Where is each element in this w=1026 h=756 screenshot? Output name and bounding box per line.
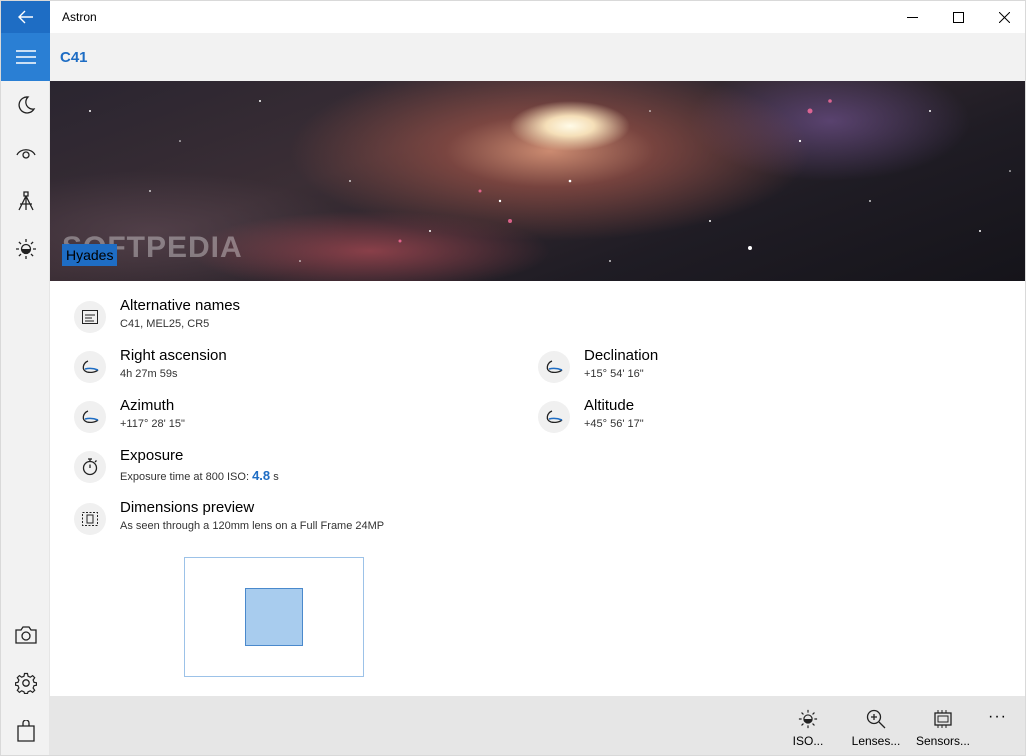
- moon-icon: [17, 96, 35, 114]
- object-size-preview: [245, 588, 303, 646]
- stopwatch-icon: [74, 451, 106, 483]
- shopping-bag-icon: [16, 720, 35, 742]
- right-ascension-title: Right ascension: [120, 347, 227, 364]
- sidebar-item-exposure[interactable]: [1, 225, 50, 273]
- page-title: C41: [60, 49, 88, 66]
- iso-button[interactable]: ISO...: [788, 696, 828, 755]
- sensor-chip-icon: [934, 710, 952, 728]
- brightness-icon: [15, 239, 36, 259]
- lenses-button[interactable]: Lenses...: [850, 696, 902, 755]
- exposure-prefix: Exposure time at 800 ISO:: [120, 471, 253, 483]
- exposure-value-line: Exposure time at 800 ISO: 4.8 s: [120, 468, 279, 483]
- declination-title: Declination: [584, 347, 659, 364]
- object-name-label: Hyades: [62, 244, 118, 266]
- azimuth-title: Azimuth: [120, 397, 175, 414]
- sidebar-item-settings[interactable]: [1, 659, 50, 707]
- app-window: Astron C41 SOFTPEDIA Hyades Alternative …: [0, 0, 1026, 756]
- frame-icon: [74, 503, 106, 535]
- command-bar: ISO... Lenses... Sensors... ···: [50, 696, 1025, 755]
- eye-icon: [15, 149, 36, 159]
- app-title: Astron: [62, 10, 97, 24]
- minimize-icon: [906, 16, 918, 18]
- dimensions-preview-title: Dimensions preview: [120, 499, 255, 516]
- back-arrow-icon: [17, 10, 33, 24]
- sidebar-item-camera[interactable]: [1, 611, 50, 659]
- alternative-names-value: C41, MEL25, CR5: [120, 318, 210, 330]
- azimuth-value: +117° 28' 15": [120, 418, 185, 430]
- page-header: C41: [50, 33, 1025, 81]
- exposure-title: Exposure: [120, 447, 184, 464]
- more-options-button[interactable]: ···: [988, 708, 1007, 726]
- exposure-unit: s: [270, 471, 279, 483]
- minimize-button[interactable]: [889, 1, 935, 33]
- dimensions-preview-value: As seen through a 120mm lens on a Full F…: [120, 520, 385, 532]
- altitude-value: +45° 56' 17": [584, 418, 644, 430]
- back-button[interactable]: [1, 1, 50, 33]
- id-card-icon: [74, 301, 106, 333]
- camera-icon: [14, 626, 37, 644]
- close-button[interactable]: [981, 1, 1025, 33]
- altitude-title: Altitude: [584, 397, 635, 414]
- exposure-time-value: 4.8: [252, 468, 271, 483]
- orbit-icon: [538, 351, 570, 383]
- sidebar-item-night[interactable]: [1, 81, 50, 129]
- sensors-label: Sensors...: [915, 734, 971, 748]
- orbit-icon: [538, 401, 570, 433]
- title-bar: Astron: [1, 1, 1025, 33]
- hamburger-menu-icon: [15, 50, 36, 64]
- gear-icon: [14, 672, 37, 694]
- hamburger-menu-button[interactable]: [1, 33, 50, 81]
- sidebar: [1, 33, 50, 755]
- sidebar-item-visibility[interactable]: [1, 129, 50, 177]
- lenses-label: Lenses...: [851, 734, 901, 748]
- close-icon: [998, 11, 1010, 23]
- right-ascension-value: 4h 27m 59s: [120, 368, 178, 380]
- declination-value: +15° 54' 16": [584, 368, 644, 380]
- alternative-names-title: Alternative names: [120, 297, 241, 314]
- telescope-icon: [17, 191, 34, 211]
- sensor-frame-preview: [184, 557, 364, 677]
- sidebar-item-telescope[interactable]: [1, 177, 50, 225]
- orbit-icon: [74, 401, 106, 433]
- maximize-icon: [952, 11, 964, 23]
- orbit-icon: [74, 351, 106, 383]
- maximize-button[interactable]: [935, 1, 981, 33]
- zoom-in-icon: [866, 709, 886, 729]
- sidebar-item-store[interactable]: [1, 707, 50, 755]
- iso-label: ISO...: [792, 734, 824, 748]
- sensors-button[interactable]: Sensors...: [915, 696, 971, 755]
- object-details: Alternative names C41, MEL25, CR5 Right …: [50, 281, 1025, 696]
- brightness-icon: [798, 709, 818, 729]
- object-hero-image: SOFTPEDIA Hyades: [50, 81, 1025, 281]
